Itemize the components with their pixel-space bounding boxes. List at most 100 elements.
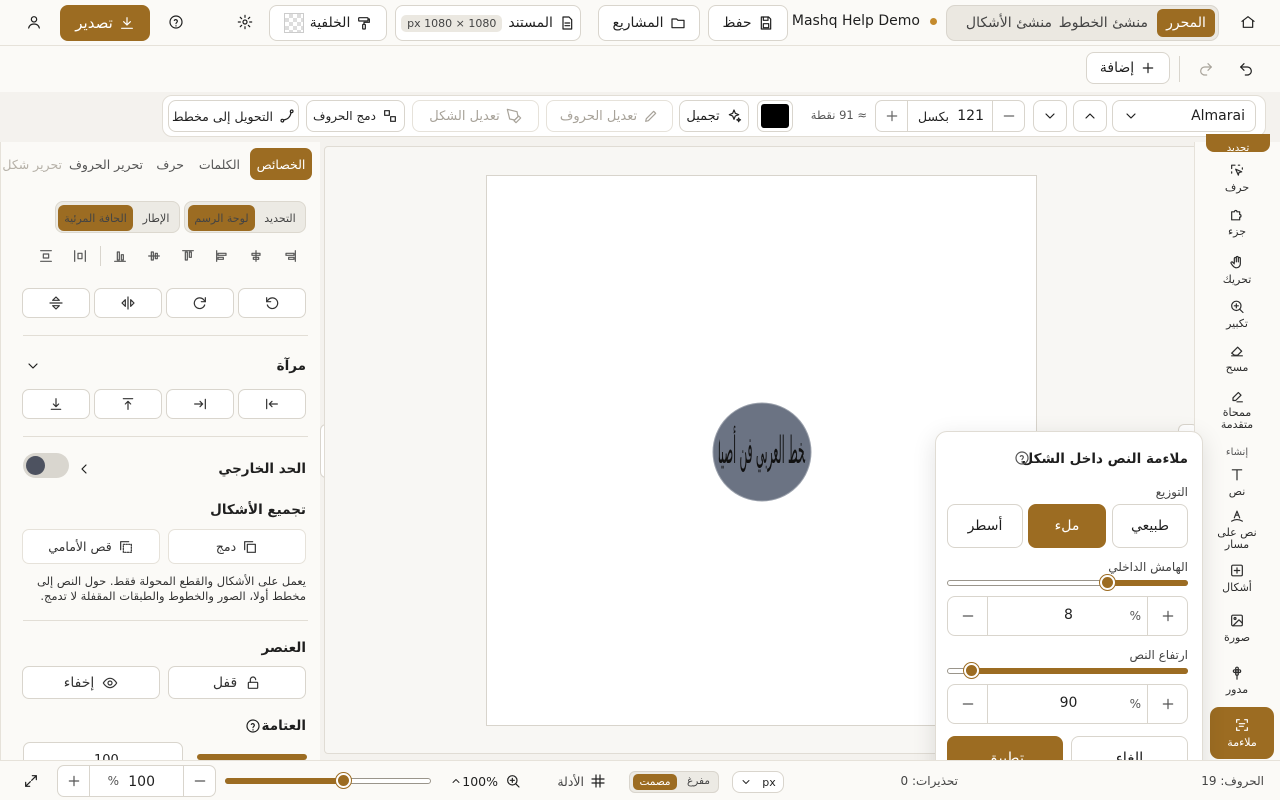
rotate-cw-button[interactable] <box>166 288 234 318</box>
chevron-left-icon[interactable] <box>76 461 92 477</box>
plus-icon[interactable] <box>58 766 90 796</box>
beautify-button[interactable]: تجميل <box>679 100 749 132</box>
flip-h-button[interactable] <box>94 288 162 318</box>
outline-toggle[interactable] <box>23 453 69 478</box>
merge-letters-button[interactable]: دمج الحروف <box>306 100 405 132</box>
tool-advanced-eraser[interactable]: ممحاة متقدمة <box>1194 388 1280 431</box>
minus-icon[interactable] <box>183 766 215 796</box>
align-left-icon[interactable] <box>214 248 230 264</box>
zoom-stepper[interactable]: 100 % <box>57 765 216 797</box>
export-button[interactable]: تصدير <box>60 5 150 41</box>
rotate-ccw-button[interactable] <box>238 288 306 318</box>
tool-part[interactable]: جزء <box>1194 206 1280 238</box>
font-select[interactable]: Almarai <box>1112 100 1256 132</box>
help-icon[interactable] <box>245 718 261 734</box>
help-icon[interactable] <box>1014 450 1030 466</box>
tool-round[interactable]: مدور <box>1194 664 1280 696</box>
padding-slider-thumb[interactable] <box>1100 575 1116 590</box>
grid-icon[interactable] <box>590 773 606 789</box>
mode-solid[interactable]: مصمت <box>633 774 677 790</box>
zoom-slider[interactable] <box>225 773 431 788</box>
flip-v-button[interactable] <box>22 288 90 318</box>
align-bottom-icon[interactable] <box>112 248 128 264</box>
tool-move[interactable]: تحريك <box>1194 254 1280 286</box>
hide-button[interactable]: إخفاء <box>22 666 160 699</box>
redo-icon[interactable] <box>1198 61 1214 81</box>
opacity-stepper[interactable]: 100 <box>23 742 183 760</box>
size-stepper[interactable]: 121 بكسل <box>875 100 1025 132</box>
mirror-right-button[interactable] <box>166 389 234 419</box>
merge-button[interactable]: دمج <box>168 529 306 564</box>
align-top-icon[interactable] <box>180 248 196 264</box>
text-height-slider-thumb[interactable] <box>963 663 979 678</box>
zoom-slider-thumb[interactable] <box>336 773 351 788</box>
add-button[interactable]: إضافة <box>1086 52 1170 84</box>
tab-edit-letters[interactable]: تحرير الحروف <box>69 157 143 172</box>
text-height-stepper[interactable]: % 90 <box>947 684 1188 724</box>
tool-erase[interactable]: مسح <box>1194 342 1280 374</box>
mirror-left-button[interactable] <box>238 389 306 419</box>
opacity-value[interactable]: 100 <box>94 753 119 760</box>
background-button[interactable]: الخلفية <box>269 5 387 41</box>
minus-icon[interactable] <box>992 101 1024 131</box>
tool-letter[interactable]: حرف <box>1194 162 1280 194</box>
option-lines[interactable]: أسطر <box>947 504 1023 548</box>
distribute-h-icon[interactable] <box>72 248 88 264</box>
tab-edit-shape[interactable]: تحرير شكل <box>2 157 62 172</box>
text-height-slider[interactable] <box>947 663 1188 678</box>
align-visible-edge[interactable]: الحافة المرئية <box>58 205 133 231</box>
minus-icon[interactable] <box>948 597 988 635</box>
tool-zoom[interactable]: تكبير <box>1194 298 1280 330</box>
align-middle-icon[interactable] <box>146 248 162 264</box>
align-canvas[interactable]: لوحة الرسم <box>188 205 255 231</box>
gear-icon[interactable] <box>237 14 253 34</box>
lock-button[interactable]: قفل <box>168 666 306 699</box>
mode-hollow[interactable]: مفرغ <box>687 775 710 787</box>
convert-outline-button[interactable]: التحويل إلى مخطط <box>168 100 299 132</box>
align-selection[interactable]: التحديد <box>258 205 302 231</box>
size-down-button[interactable] <box>1033 100 1067 132</box>
help-icon[interactable] <box>168 14 184 34</box>
mirror-up-button[interactable] <box>94 389 162 419</box>
tool-text-on-path[interactable]: نص على مسار <box>1194 508 1280 551</box>
color-picker[interactable] <box>757 100 793 132</box>
tab-words[interactable]: الكلمات <box>199 157 240 172</box>
distribute-v-icon[interactable] <box>38 248 54 264</box>
tab-font-builder[interactable]: منشئ الخطوط <box>1059 15 1148 31</box>
tool-text[interactable]: نص <box>1194 466 1280 498</box>
tab-shape-builder[interactable]: منشئ الأشكال <box>966 15 1052 31</box>
tool-select[interactable]: تحديد <box>1206 134 1270 152</box>
tool-shapes[interactable]: أشكال <box>1194 562 1280 594</box>
padding-stepper[interactable]: % 8 <box>947 596 1188 636</box>
chevron-up-icon[interactable] <box>450 773 462 789</box>
tool-fit[interactable]: ملاءمة <box>1210 707 1274 759</box>
tab-editor[interactable]: المحرر <box>1157 9 1215 37</box>
projects-button[interactable]: المشاريع <box>598 5 700 41</box>
zoom-in-icon[interactable] <box>505 773 521 789</box>
user-icon[interactable] <box>26 14 42 34</box>
tab-letter[interactable]: حرف <box>156 157 184 172</box>
tool-image[interactable]: صورة <box>1194 612 1280 644</box>
edit-letters-button[interactable]: تعديل الحروف <box>546 100 673 132</box>
document-button[interactable]: المستند 1080 × 1080 px <box>395 5 581 41</box>
home-icon[interactable] <box>1240 14 1256 34</box>
plus-icon[interactable] <box>876 101 908 131</box>
align-center-h-icon[interactable] <box>248 248 264 264</box>
guides-label[interactable]: الأدلة <box>557 774 584 789</box>
option-natural[interactable]: طبيعي <box>1112 504 1188 548</box>
unit-select[interactable]: px <box>732 771 784 793</box>
undo-icon[interactable] <box>1238 61 1254 81</box>
expand-icon[interactable] <box>23 773 39 789</box>
mirror-down-button[interactable] <box>22 389 90 419</box>
align-frame[interactable]: الإطار <box>136 205 176 231</box>
chevron-down-icon[interactable] <box>25 358 41 374</box>
size-value[interactable]: 121 <box>957 108 984 124</box>
minus-icon[interactable] <box>948 685 988 723</box>
tab-properties[interactable]: الخصائص <box>250 148 312 180</box>
option-fill[interactable]: ملء <box>1028 504 1106 548</box>
align-right-icon[interactable] <box>282 248 298 264</box>
edit-shape-button[interactable]: تعديل الشكل <box>412 100 539 132</box>
save-button[interactable]: حفظ <box>708 5 788 41</box>
front-cut-button[interactable]: قص الأمامي <box>22 529 160 564</box>
zoom-value[interactable]: 100 <box>128 774 155 790</box>
